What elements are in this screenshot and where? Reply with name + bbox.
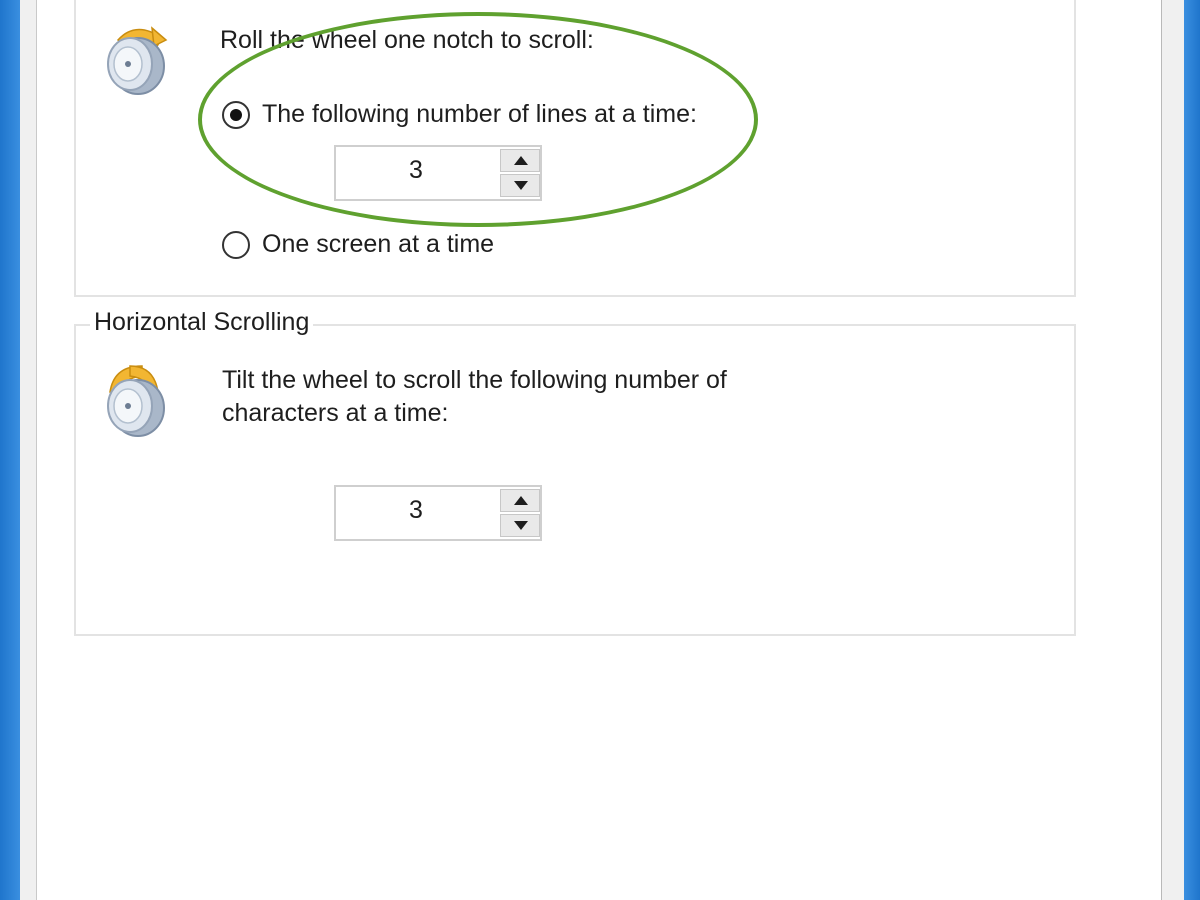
characters-value[interactable]: 3 [336, 487, 496, 539]
one-screen-label[interactable]: One screen at a time [262, 230, 494, 259]
window-frame-right [1184, 0, 1200, 900]
arrow-down-icon [514, 521, 528, 530]
window-edge-left [20, 0, 36, 900]
window-edge-right [1161, 0, 1185, 900]
horizontal-scroll-description-line2: characters at a time: [222, 399, 449, 427]
characters-spin-box[interactable]: 3 [334, 485, 542, 541]
characters-increase-button[interactable] [500, 489, 540, 512]
lines-increase-button[interactable] [500, 149, 540, 172]
horizontal-scrolling-title: Horizontal Scrolling [90, 308, 314, 337]
lines-at-a-time-label[interactable]: The following number of lines at a time: [262, 100, 697, 129]
characters-decrease-button[interactable] [500, 514, 540, 537]
horizontal-scroll-description-line1: Tilt the wheel to scroll the following n… [222, 366, 727, 394]
one-screen-radio[interactable] [222, 231, 250, 259]
window-frame-left [0, 0, 20, 900]
lines-spin-box[interactable]: 3 [334, 145, 542, 201]
lines-value[interactable]: 3 [336, 147, 496, 199]
mouse-wheel-icon [107, 26, 168, 95]
lines-at-a-time-radio[interactable] [222, 101, 250, 129]
arrow-up-icon [514, 496, 528, 505]
arrow-up-icon [514, 156, 528, 165]
arrow-down-icon [514, 181, 528, 190]
mouse-wheel-tilt-icon [107, 365, 165, 437]
lines-decrease-button[interactable] [500, 174, 540, 197]
vertical-scroll-description: Roll the wheel one notch to scroll: [220, 26, 594, 54]
